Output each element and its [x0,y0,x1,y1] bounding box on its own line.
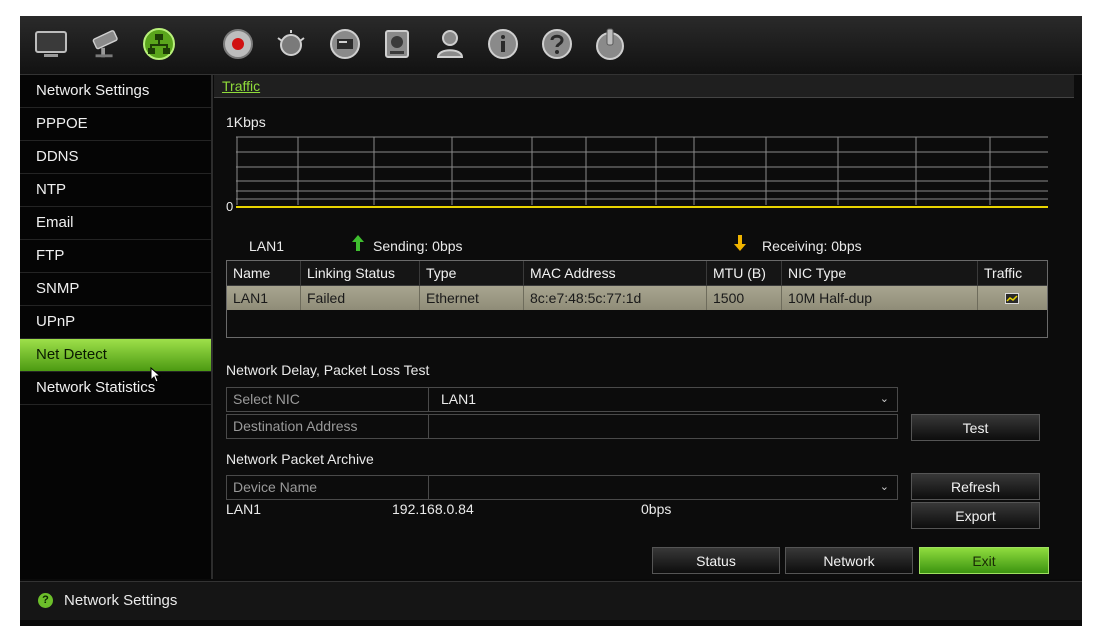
hdd-icon[interactable] [380,27,414,61]
monitor-icon[interactable] [34,27,68,61]
select-nic-value: LAN1 [441,391,477,407]
device-name-label: Device Name [227,476,429,499]
destination-address-label: Destination Address [227,415,429,438]
select-nic-dropdown[interactable]: LAN1 ⌄ [429,388,897,411]
col-nic-type: NIC Type [782,261,978,285]
export-button[interactable]: Export [911,502,1040,529]
table-row[interactable]: LAN1 Failed Ethernet 8c:e7:48:5c:77:1d 1… [227,286,1047,310]
cell-mac: 8c:e7:48:5c:77:1d [524,286,707,310]
destination-address-input[interactable] [429,415,897,438]
refresh-button[interactable]: Refresh [911,473,1040,500]
nic-table-header: Name Linking Status Type MAC Address MTU… [227,261,1047,286]
graph-nic-label: LAN1 [249,238,285,254]
sidebar-menu: Network Settings PPPOE DDNS NTP Email FT… [20,75,213,579]
destination-address-field[interactable]: Destination Address [226,414,898,439]
camera-icon[interactable] [88,27,122,61]
user-icon[interactable] [433,27,467,61]
top-toolbar [20,16,1082,75]
sidebar-item-upnp[interactable]: UPnP [20,306,211,339]
sidebar-item-ntp[interactable]: NTP [20,174,211,207]
sidebar-item-pppoe[interactable]: PPPOE [20,108,211,141]
receiving-arrow-icon [734,235,748,254]
sending-rate: Sending: 0bps [373,238,463,254]
nic-table: Name Linking Status Type MAC Address MTU… [226,260,1048,338]
help-icon[interactable]: ? [38,593,53,608]
help-icon[interactable] [540,27,574,61]
sidebar-item-ddns[interactable]: DDNS [20,141,211,174]
archive-ip: 192.168.0.84 [392,501,474,517]
network-icon[interactable] [142,27,176,61]
sidebar-item-ftp[interactable]: FTP [20,240,211,273]
cell-name: LAN1 [227,286,301,310]
sidebar-item-network-settings[interactable]: Network Settings [20,75,211,108]
cell-type: Ethernet [420,286,524,310]
chevron-down-icon: ⌄ [879,481,889,493]
record-icon[interactable] [221,27,255,61]
traffic-graph [236,136,1048,208]
device-name-dropdown[interactable]: ⌄ [429,476,897,499]
cell-nic-type: 10M Half-dup [782,286,978,310]
alarm-icon[interactable] [274,27,308,61]
sidebar-item-email[interactable]: Email [20,207,211,240]
tab-bar: Traffic [214,75,1074,98]
archive-nic: LAN1 [226,501,262,517]
sidebar-item-net-detect[interactable]: Net Detect [20,339,211,372]
tab-traffic[interactable]: Traffic [222,78,260,94]
col-mtu: MTU (B) [707,261,782,285]
main-panel: Traffic 1Kbps 0 LAN1 Sending: 0bps Recei… [214,75,1082,579]
traffic-graph-icon[interactable] [978,286,1045,310]
power-icon[interactable] [593,27,627,61]
test-button[interactable]: Test [911,414,1040,441]
cell-status: Failed [301,286,420,310]
col-mac-address: MAC Address [524,261,707,285]
mouse-cursor-icon [150,367,162,383]
status-button[interactable]: Status [652,547,780,574]
status-bar: ? Network Settings [20,581,1082,620]
select-nic-field[interactable]: Select NIC LAN1 ⌄ [226,387,898,412]
cell-mtu: 1500 [707,286,782,310]
archive-title: Network Packet Archive [226,451,374,467]
col-traffic: Traffic [984,265,1023,281]
col-linking-status: Linking Status [301,261,420,285]
col-name: Name [227,261,301,285]
info-icon[interactable] [486,27,520,61]
dvr-window: Network Settings PPPOE DDNS NTP Email FT… [20,16,1082,626]
archive-rate: 0bps [641,501,672,517]
select-nic-label: Select NIC [227,388,429,411]
exit-button[interactable]: Exit [919,547,1049,574]
device-icon[interactable] [328,27,362,61]
graph-zero-label: 0 [226,199,234,214]
sidebar-item-network-statistics[interactable]: Network Statistics [20,372,211,405]
status-bar-text: Network Settings [64,592,178,609]
sending-arrow-icon [352,235,366,254]
receiving-rate: Receiving: 0bps [762,238,862,254]
network-button[interactable]: Network [785,547,913,574]
delay-test-title: Network Delay, Packet Loss Test [226,362,430,378]
graph-max-label: 1Kbps [226,114,266,130]
device-name-field[interactable]: Device Name ⌄ [226,475,898,500]
col-type: Type [420,261,524,285]
sidebar-item-snmp[interactable]: SNMP [20,273,211,306]
chevron-down-icon: ⌄ [879,393,889,405]
